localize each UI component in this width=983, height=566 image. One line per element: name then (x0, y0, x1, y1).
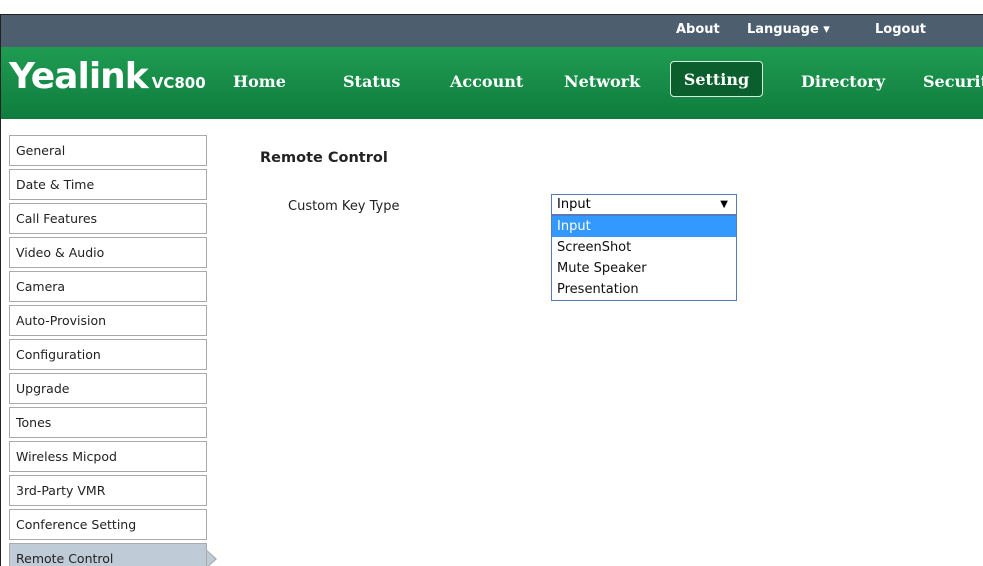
option-mute-speaker[interactable]: Mute Speaker (552, 258, 736, 279)
main-nav: Yealink VC800 Home Status Account Network… (1, 47, 983, 119)
top-bar: About Language ▾ Logout (1, 15, 983, 47)
sidebar-item-general[interactable]: General (9, 135, 207, 166)
sidebar-item-wireless-micpod[interactable]: Wireless Micpod (9, 441, 207, 472)
custom-key-type-select[interactable]: Input ▼ (551, 194, 737, 215)
browser-viewport: About Language ▾ Logout Yealink VC800 Hom… (0, 14, 983, 566)
option-input[interactable]: Input (552, 216, 736, 237)
sidebar-item-tones[interactable]: Tones (9, 407, 207, 438)
sidebar-item-video-audio[interactable]: Video & Audio (9, 237, 207, 268)
sidebar-item-upgrade[interactable]: Upgrade (9, 373, 207, 404)
nav-security[interactable]: Security (923, 72, 983, 91)
nav-network[interactable]: Network (564, 72, 640, 91)
section-title: Remote Control (260, 150, 388, 166)
nav-status[interactable]: Status (343, 72, 400, 91)
nav-setting[interactable]: Setting (670, 61, 763, 97)
sidebar-item-date-time[interactable]: Date & Time (9, 169, 207, 200)
yealink-logo: Yealink VC800 (9, 59, 206, 95)
logout-link[interactable]: Logout (875, 22, 926, 37)
language-menu[interactable]: Language ▾ (747, 22, 830, 37)
about-link[interactable]: About (676, 22, 720, 37)
sidebar-item-3rd-party-vmr[interactable]: 3rd-Party VMR (9, 475, 207, 506)
custom-key-type-label: Custom Key Type (288, 199, 400, 214)
option-screenshot[interactable]: ScreenShot (552, 237, 736, 258)
dropdown-arrow-icon: ▼ (720, 199, 728, 210)
option-presentation[interactable]: Presentation (552, 279, 736, 300)
custom-key-type-options: Input ScreenShot Mute Speaker Presentati… (551, 215, 737, 301)
sidebar-item-configuration[interactable]: Configuration (9, 339, 207, 370)
nav-home[interactable]: Home (233, 72, 286, 91)
brand-model: VC800 (151, 74, 206, 92)
sidebar-item-conference-setting[interactable]: Conference Setting (9, 509, 207, 540)
sidebar-item-call-features[interactable]: Call Features (9, 203, 207, 234)
sidebar-item-remote-control[interactable]: Remote Control (9, 543, 217, 566)
settings-sidebar: General Date & Time Call Features Video … (9, 135, 217, 566)
brand-name: Yealink (9, 56, 149, 97)
nav-account[interactable]: Account (450, 72, 523, 91)
nav-directory[interactable]: Directory (801, 72, 885, 91)
select-value: Input (557, 197, 591, 212)
sidebar-item-camera[interactable]: Camera (9, 271, 207, 302)
sidebar-item-auto-provision[interactable]: Auto-Provision (9, 305, 207, 336)
